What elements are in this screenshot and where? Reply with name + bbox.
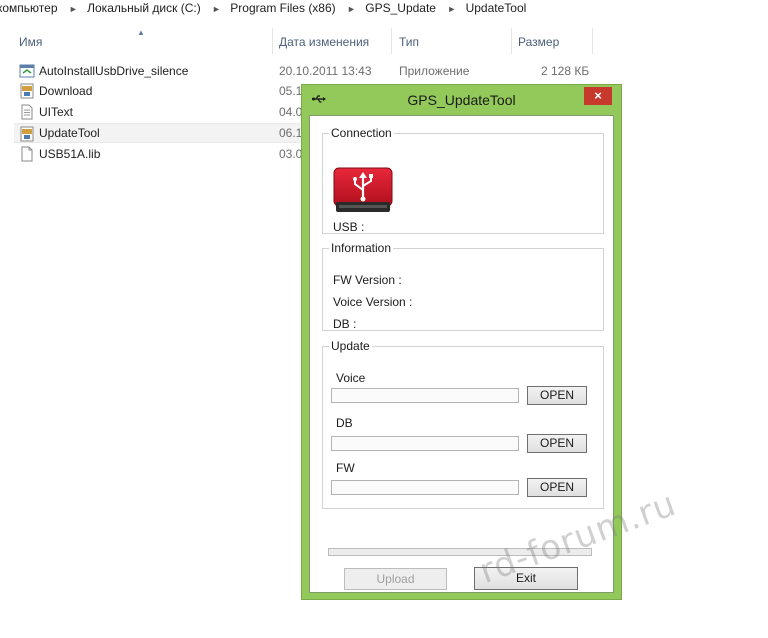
breadcrumb-updatetool[interactable]: UpdateTool bbox=[466, 0, 527, 16]
blank-file-icon bbox=[21, 146, 33, 162]
column-header-date[interactable]: Дата изменения bbox=[279, 35, 369, 49]
information-group: Information FW Version : Voice Version :… bbox=[322, 241, 604, 331]
update-group: Update Voice OPEN DB OPEN FW OPEN bbox=[322, 339, 604, 509]
fw-path-input[interactable] bbox=[331, 480, 519, 495]
file-date: 20.10.2011 13:43 bbox=[279, 64, 372, 78]
column-header-name[interactable]: Имя bbox=[19, 35, 42, 49]
voice-label: Voice bbox=[336, 371, 366, 385]
file-row-download[interactable]: Download 05.1 bbox=[14, 81, 303, 101]
file-name: UIText bbox=[39, 105, 74, 119]
file-size: 2 128 КБ bbox=[541, 64, 590, 78]
file-row-autoinstall[interactable]: AutoInstallUsbDrive_silence 20.10.2011 1… bbox=[14, 61, 614, 81]
breadcrumb-separator-icon[interactable]: ► bbox=[439, 1, 462, 17]
db-open-button[interactable]: OPEN bbox=[527, 434, 587, 453]
file-date: 04.0 bbox=[279, 105, 303, 119]
file-row-uitext[interactable]: UIText 04.0 bbox=[14, 102, 303, 122]
voice-path-input[interactable] bbox=[331, 388, 519, 403]
fw-update-label: FW bbox=[336, 461, 355, 475]
column-header-row: ▲ Имя Дата изменения Тип Размер bbox=[0, 28, 768, 54]
breadcrumb-separator-icon[interactable]: ► bbox=[339, 1, 362, 17]
file-row-usb51a[interactable]: USB51A.lib 03.0 bbox=[14, 144, 303, 164]
update-legend: Update bbox=[331, 339, 370, 353]
column-divider[interactable] bbox=[391, 28, 392, 54]
window-titlebar[interactable]: GPS_UpdateTool × bbox=[302, 85, 621, 115]
connection-group: Connection USB : bbox=[322, 126, 604, 234]
breadcrumb-separator-icon[interactable]: ► bbox=[61, 1, 84, 17]
upload-button[interactable]: Upload bbox=[344, 568, 447, 590]
ini-file-icon bbox=[20, 83, 34, 99]
file-date: 06.1 bbox=[279, 126, 303, 140]
close-button[interactable]: × bbox=[584, 87, 612, 105]
voice-version-label: Voice Version : bbox=[333, 295, 413, 309]
fw-version-label: FW Version : bbox=[333, 273, 402, 287]
voice-open-button[interactable]: OPEN bbox=[527, 386, 587, 405]
breadcrumb-separator-icon[interactable]: ► bbox=[204, 1, 227, 17]
breadcrumb: компьютер ► Локальный диск (C:) ► Progra… bbox=[0, 0, 768, 18]
connection-legend: Connection bbox=[331, 126, 392, 140]
column-divider[interactable] bbox=[272, 28, 273, 54]
db-update-label: DB bbox=[336, 416, 353, 430]
sort-ascending-icon: ▲ bbox=[137, 28, 145, 37]
file-row-updatetool[interactable]: UpdateTool 06.1 bbox=[14, 123, 303, 143]
usb-drive-icon bbox=[333, 167, 393, 212]
breadcrumb-program-files[interactable]: Program Files (x86) bbox=[230, 0, 335, 16]
column-divider[interactable] bbox=[592, 28, 593, 54]
application-icon bbox=[19, 64, 35, 78]
information-legend: Information bbox=[331, 241, 392, 255]
file-date: 03.0 bbox=[279, 147, 303, 161]
text-file-icon bbox=[21, 104, 33, 120]
file-name: AutoInstallUsbDrive_silence bbox=[39, 64, 189, 78]
column-header-size[interactable]: Размер bbox=[518, 35, 559, 49]
column-divider[interactable] bbox=[511, 28, 512, 54]
window-title: GPS_UpdateTool bbox=[407, 92, 516, 108]
db-label: DB : bbox=[333, 317, 357, 331]
column-header-type[interactable]: Тип bbox=[399, 35, 419, 49]
file-name: UpdateTool bbox=[39, 126, 100, 140]
breadcrumb-local-disk[interactable]: Локальный диск (C:) bbox=[87, 0, 201, 16]
breadcrumb-gps-update[interactable]: GPS_Update bbox=[365, 0, 436, 16]
usb-label: USB : bbox=[333, 220, 365, 234]
file-name: Download bbox=[39, 84, 93, 98]
file-name: USB51A.lib bbox=[39, 147, 101, 161]
db-path-input[interactable] bbox=[331, 436, 519, 451]
file-type: Приложение bbox=[399, 64, 470, 78]
fw-open-button[interactable]: OPEN bbox=[527, 478, 587, 497]
close-icon: × bbox=[594, 88, 602, 103]
file-date: 05.1 bbox=[279, 84, 303, 98]
breadcrumb-computer[interactable]: компьютер bbox=[0, 0, 58, 16]
ini-file-icon bbox=[20, 126, 34, 142]
